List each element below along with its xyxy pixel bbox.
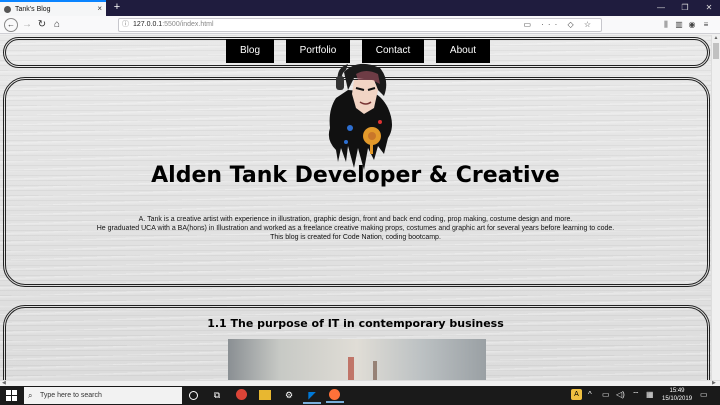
file-explorer-icon[interactable] xyxy=(259,390,271,400)
windows-taskbar: ⌕ Type here to search ⧉ ⚙ ◤ A ^ ▭ ◁) ⌔ ▦… xyxy=(0,386,720,405)
volume-icon[interactable]: ◁) xyxy=(616,389,625,401)
chrome-icon[interactable] xyxy=(236,389,247,400)
task-view-icon[interactable]: ⧉ xyxy=(211,389,223,401)
page-viewport: Blog Portfolio Contact About Alden Tank … xyxy=(0,35,711,380)
tab-tanks-blog[interactable]: Tank's Blog × xyxy=(0,0,106,16)
url-bar[interactable]: ⓘ 127.0.0.1:5500/index.html ▭ ··· ◇ ☆ xyxy=(118,18,602,32)
hero-title: Alden Tank Developer & Creative xyxy=(151,163,560,188)
sidebar-icon[interactable]: ▥ xyxy=(673,18,685,32)
vscode-icon[interactable]: ◤ xyxy=(303,389,321,404)
forward-arrow-icon[interactable]: → xyxy=(20,18,34,32)
nav-about-button[interactable]: About xyxy=(436,39,490,63)
cortana-icon[interactable] xyxy=(189,391,198,400)
taskbar-search-input[interactable]: ⌕ Type here to search xyxy=(24,387,182,404)
tray-app-icon[interactable]: A xyxy=(571,389,582,400)
search-placeholder: Type here to search xyxy=(40,392,102,399)
search-icon: ⌕ xyxy=(28,391,33,400)
hero-bio-line: This blog is created for Code Nation, co… xyxy=(270,234,441,241)
image-detail xyxy=(373,361,377,380)
keyboard-icon[interactable]: ▦ xyxy=(646,389,654,401)
browser-toolbar: ← → ↻ ⌂ ⓘ 127.0.0.1:5500/index.html ▭ ··… xyxy=(0,16,720,34)
tab-close-button[interactable]: × xyxy=(97,4,102,13)
browser-tab-bar: Tank's Blog × + — ❐ ✕ xyxy=(0,0,720,16)
system-clock[interactable]: 15:49 15/10/2019 xyxy=(662,387,692,403)
library-icon[interactable]: ⫼ xyxy=(660,18,672,32)
minimize-button[interactable]: — xyxy=(650,0,672,16)
favicon-icon xyxy=(4,5,11,13)
hero-bio-line: A. Tank is a creative artist with experi… xyxy=(138,216,573,223)
scroll-up-arrow-icon[interactable]: ▲ xyxy=(712,35,720,41)
vertical-scrollbar[interactable]: ▲ xyxy=(711,35,720,380)
clock-date: 15/10/2019 xyxy=(662,396,693,402)
new-tab-button[interactable]: + xyxy=(110,0,124,16)
account-icon[interactable]: ◉ xyxy=(686,18,698,32)
clock-time: 15:49 xyxy=(669,388,685,394)
url-path: :5500/index.html xyxy=(162,21,214,28)
home-icon[interactable]: ⌂ xyxy=(50,18,64,32)
tab-title: Tank's Blog xyxy=(15,5,51,13)
url-action-icons[interactable]: ▭ ··· ◇ ☆ xyxy=(523,19,595,31)
reload-icon[interactable]: ↻ xyxy=(35,18,49,32)
notifications-icon[interactable]: ▭ xyxy=(700,389,708,401)
windows-start-icon[interactable] xyxy=(6,390,17,401)
scrollbar-thumb[interactable] xyxy=(713,43,719,59)
tray-chevron-icon[interactable]: ^ xyxy=(588,389,592,401)
battery-icon[interactable]: ▭ xyxy=(602,389,610,401)
hero-bio-line: He graduated UCA with a BA(hons) in Illu… xyxy=(96,225,615,232)
firefox-icon[interactable] xyxy=(326,389,344,403)
back-arrow-icon[interactable]: ← xyxy=(4,18,18,32)
image-detail xyxy=(348,357,354,380)
url-host: 127.0.0.1 xyxy=(133,21,163,28)
settings-gear-icon[interactable]: ⚙ xyxy=(283,389,295,401)
hero-bio: A. Tank is a creative artist with experi… xyxy=(40,215,671,242)
maximize-button[interactable]: ❐ xyxy=(674,0,696,16)
post-title[interactable]: 1.1 The purpose of IT in contemporary bu… xyxy=(0,317,711,330)
avatar-illustration xyxy=(328,63,392,170)
network-icon[interactable]: ⌔ xyxy=(632,389,640,401)
nav-blog-button[interactable]: Blog xyxy=(226,39,274,63)
hamburger-menu-icon[interactable]: ≡ xyxy=(700,18,712,32)
close-window-button[interactable]: ✕ xyxy=(698,0,720,16)
post-image xyxy=(228,339,486,380)
info-icon[interactable]: ⓘ xyxy=(122,19,129,31)
